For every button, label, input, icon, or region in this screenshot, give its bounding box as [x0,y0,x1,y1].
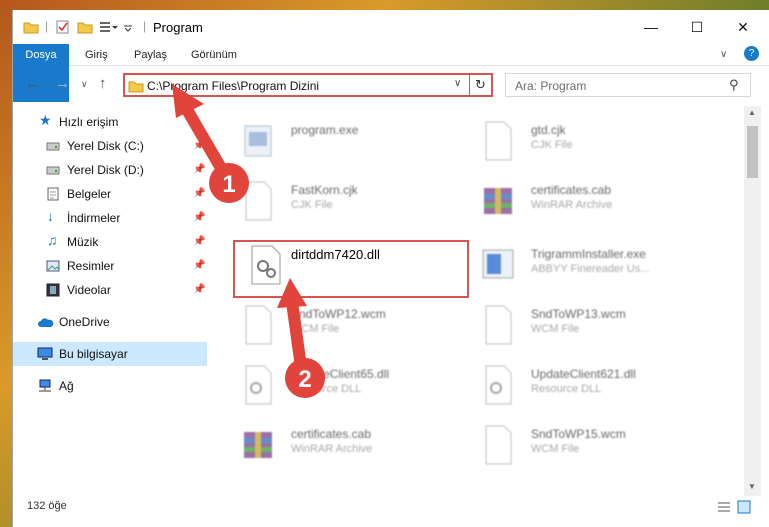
dll-gear-icon [485,365,512,405]
back-arrow-icon[interactable]: ← [25,75,40,92]
file-item[interactable]: SndToWP15.wcm WCM File [449,420,689,478]
folder-icon[interactable] [23,19,39,35]
scroll-down-icon[interactable]: ▼ [748,482,756,491]
close-button[interactable]: ✕ [720,10,766,44]
customize-toolbar-icon[interactable] [99,19,119,35]
tab-gorunum[interactable]: Görünüm [191,44,237,66]
installer-icon [482,249,514,279]
sidebar-item-this-pc[interactable]: Bu bilgisayar [13,342,207,366]
music-icon: ♫ [47,232,58,248]
ribbon: Dosya Giriş Paylaş Görünüm ∨ ? [13,44,769,102]
pin-icon[interactable]: 📌 [193,140,205,151]
sidebar-item-documents[interactable]: Belgeler 📌 [13,182,207,206]
chevron-down-icon[interactable] [123,19,133,35]
address-dropdown-chevron-icon[interactable]: ∨ [454,78,461,89]
refresh-icon[interactable]: ↻ [469,75,491,95]
pin-icon[interactable]: 📌 [193,236,205,247]
navigation-pane: ★ Hızlı erişim Yerel Disk (C:) 📌 Yerel D… [13,106,209,496]
window-title: Program [153,20,203,35]
file-item[interactable]: TrigrammInstaller.exe ABBYY Finereader U… [449,240,689,298]
video-icon [46,283,60,297]
sidebar-item-downloads[interactable]: ↓ İndirmeler 📌 [13,206,207,230]
file-item[interactable]: UpdateClient621.dll Resource DLL [449,360,689,418]
minimize-button[interactable]: — [628,10,674,44]
sidebar-item-music[interactable]: ♫ Müzik 📌 [13,230,207,254]
sidebar-item-local-disk-c[interactable]: Yerel Disk (C:) 📌 [13,134,207,158]
explorer-window: | | Program — ☐ ✕ Dosya Giriş Paylaş Gör… [12,10,769,527]
scroll-up-icon[interactable]: ▲ [748,108,756,117]
picture-icon [46,260,60,272]
dll-gear-icon [245,365,272,405]
pin-icon[interactable]: 📌 [193,260,205,271]
sidebar-item-videos[interactable]: Videolar 📌 [13,278,207,302]
document-icon [485,305,512,345]
expand-ribbon-chevron-icon[interactable]: ∨ [720,44,727,66]
properties-icon[interactable] [55,19,71,35]
sidebar-item-onedrive[interactable]: OneDrive [13,310,207,334]
highlight-box [233,240,469,298]
file-item[interactable]: gtd.cjk CJK File [449,116,689,174]
title-bar: | | Program — ☐ ✕ [13,10,769,44]
search-placeholder: Ara: Program [515,79,587,93]
maximize-button[interactable]: ☐ [674,10,720,44]
sidebar-item-pictures[interactable]: Resimler 📌 [13,254,207,278]
search-box[interactable]: Ara: Program ⚲ [505,73,751,97]
recent-locations-chevron-icon[interactable]: ∨ [81,79,88,90]
new-folder-icon[interactable] [77,19,93,35]
vertical-scrollbar[interactable]: ▲ ▼ [744,106,761,496]
download-icon: ↓ [47,208,54,224]
forward-arrow-icon[interactable]: → [55,75,70,92]
file-item[interactable]: SndToWP13.wcm WCM File [449,300,689,358]
document-icon [245,305,272,345]
large-icons-view-icon[interactable] [737,500,751,514]
tab-paylas[interactable]: Paylaş [134,44,167,66]
winrar-archive-icon [484,188,512,214]
file-item[interactable]: SndToWP12.wcm WCM File [209,300,449,358]
pin-icon[interactable]: 📌 [193,164,205,175]
item-count: 132 öğe [27,500,67,512]
file-item[interactable]: program.exe [209,116,449,174]
computer-icon [37,347,53,360]
status-bar: 132 öğe [13,496,769,518]
pin-icon[interactable]: 📌 [193,284,205,295]
cloud-icon [38,318,54,327]
details-view-icon[interactable] [717,501,731,513]
navigation-bar: ← → ∨ ↑ C:\Program Files\Program Dizini … [13,70,769,100]
address-path: C:\Program Files\Program Dizini [147,79,320,93]
file-item[interactable]: UpdateClient65.dll Resource DLL [209,360,449,418]
separator: | [143,19,147,33]
tab-giris[interactable]: Giriş [85,44,108,66]
document-icon [485,121,512,161]
file-item[interactable]: certificates.cab WinRAR Archive [449,176,689,234]
up-arrow-icon[interactable]: ↑ [99,75,107,92]
address-bar[interactable]: C:\Program Files\Program Dizini ∨ ↻ [123,73,493,97]
winrar-archive-icon [244,432,272,458]
document-icon [245,181,272,221]
drive-icon [46,166,60,175]
star-icon: ★ [39,112,52,128]
sidebar-item-quick-access[interactable]: ★ Hızlı erişim [13,110,207,134]
pin-icon[interactable]: 📌 [193,188,205,199]
pin-icon[interactable]: 📌 [193,212,205,223]
network-icon [39,379,51,392]
folder-icon [128,81,144,93]
scroll-thumb[interactable] [747,126,758,178]
document-icon [485,425,512,465]
drive-icon [46,142,60,151]
sidebar-item-local-disk-d[interactable]: Yerel Disk (D:) 📌 [13,158,207,182]
search-icon[interactable]: ⚲ [729,77,739,93]
exe-file-icon [244,125,272,157]
document-icon [47,187,59,201]
sidebar-item-network[interactable]: Ağ [13,374,207,398]
help-icon[interactable]: ? [744,46,759,61]
separator: | [45,19,49,33]
file-item[interactable]: FastKorn.cjk CJK File [209,176,449,234]
file-list: program.exe gtd.cjk CJK File FastKorn.cj… [209,106,744,496]
file-item[interactable]: certificates.cab WinRAR Archive [209,420,449,478]
